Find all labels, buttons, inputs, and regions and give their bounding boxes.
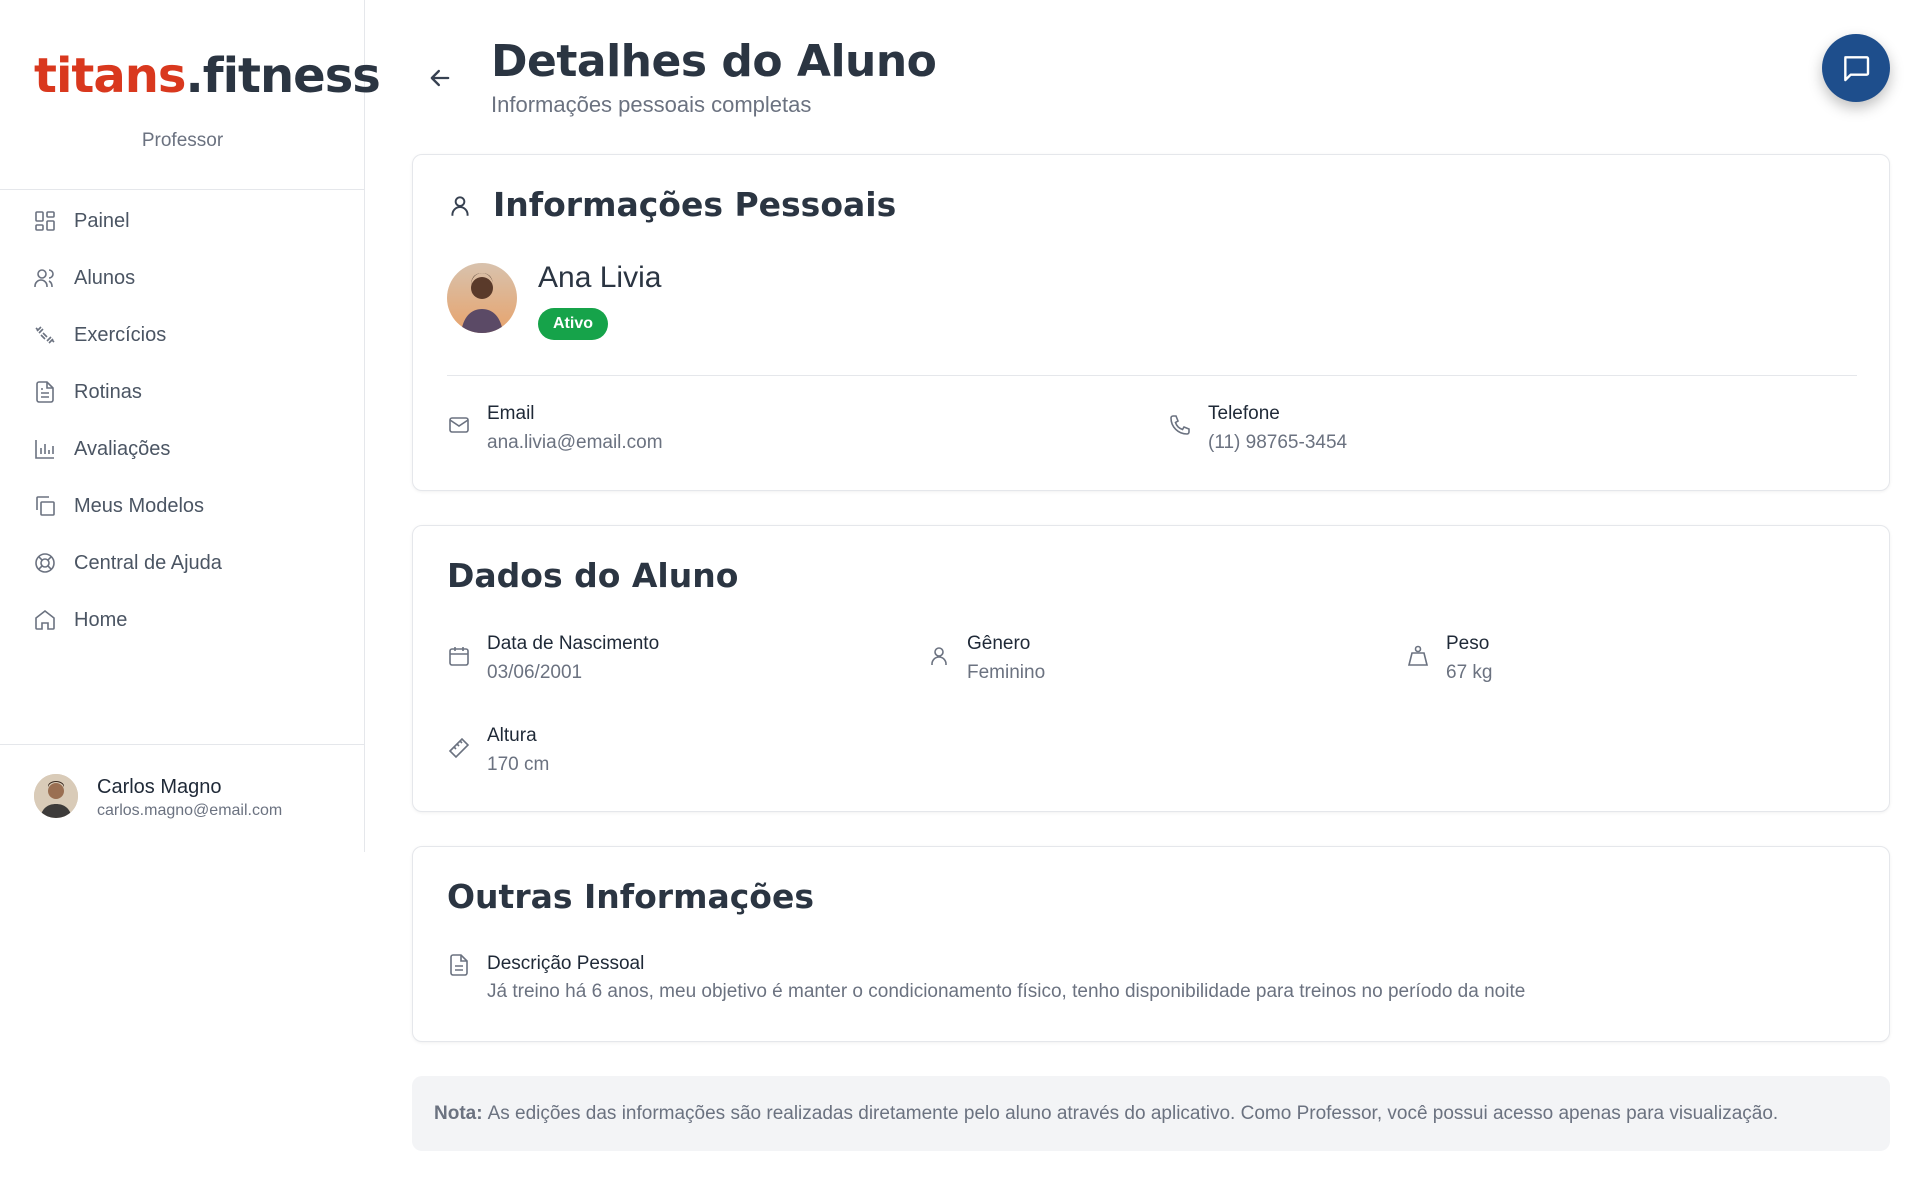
birth-date-label: Data de Nascimento [487, 633, 660, 654]
sidebar-item-label: Central de Ajuda [74, 551, 222, 574]
users-icon [34, 269, 54, 287]
other-info-card: Outras Informações Descrição Pessoal Já … [412, 846, 1890, 1042]
height-value: 170 cm [487, 754, 550, 775]
user-email: carlos.magno@email.com [97, 802, 283, 819]
other-info-title: Outras Informações [447, 877, 814, 916]
sidebar-item-painel[interactable]: Painel [0, 197, 365, 245]
weight-value: 67 kg [1446, 662, 1493, 683]
user-role: Professor [141, 130, 224, 151]
personal-description-value: Já treino há 6 anos, meu objetivo é mant… [487, 981, 1526, 1002]
user-icon [931, 647, 947, 665]
sidebar: titans.fitness Professor Painel Alunos E… [0, 0, 381, 852]
card-divider [447, 375, 1857, 376]
student-name: Ana Livia [538, 261, 662, 294]
sidebar-item-meus-modelos[interactable]: Meus Modelos [0, 482, 365, 530]
file-text-icon [450, 954, 468, 976]
calendar-icon [449, 647, 469, 666]
home-icon [35, 609, 55, 630]
sidebar-divider [0, 189, 365, 190]
sidebar-item-label: Exercícios [74, 323, 167, 346]
note-text: As edições das informações são realizada… [487, 1102, 1779, 1124]
personal-info-card: Informações Pessoais Ana Livia Ativo Ema… [412, 154, 1890, 491]
user-icon [451, 196, 469, 216]
sidebar-item-label: Painel [74, 209, 130, 232]
student-avatar [447, 263, 517, 333]
note-label: Nota: [434, 1102, 483, 1124]
user-name: Carlos Magno [97, 776, 222, 798]
weight-icon [1407, 645, 1429, 666]
back-arrow-icon[interactable] [426, 64, 454, 92]
brand-logo-part1: titans [34, 48, 186, 104]
bar-chart-icon [35, 440, 54, 459]
gender-value: Feminino [967, 662, 1046, 683]
grid-icon [35, 211, 55, 231]
phone-value: (11) 98765-3454 [1208, 432, 1348, 453]
email-value: ana.livia@email.com [487, 432, 663, 453]
lifebuoy-icon [35, 553, 55, 573]
personal-description-label: Descrição Pessoal [487, 953, 645, 974]
height-label: Altura [487, 725, 537, 746]
sidebar-item-label: Meus Modelos [74, 494, 205, 517]
page-subtitle: Informações pessoais completas [491, 92, 812, 117]
gender-label: Gênero [967, 633, 1031, 654]
sidebar-item-avaliacoes[interactable]: Avaliações [0, 425, 365, 473]
user-profile[interactable]: Carlos Magno carlos.magno@email.com [34, 774, 354, 822]
user-avatar [34, 774, 78, 818]
file-text-icon [36, 381, 54, 403]
copy-icon [36, 496, 55, 516]
student-data-title: Dados do Aluno [447, 556, 739, 595]
sidebar-item-label: Avaliações [74, 437, 171, 460]
weight-label: Peso [1446, 633, 1490, 654]
chat-button[interactable] [1822, 34, 1890, 102]
sidebar-item-label: Rotinas [74, 380, 142, 403]
info-note: Nota: As edições das informações são rea… [412, 1076, 1890, 1151]
student-data-card: Dados do Aluno Data de Nascimento 03/06/… [412, 525, 1890, 812]
personal-info-title: Informações Pessoais [493, 185, 897, 224]
phone-icon [1170, 415, 1190, 435]
sidebar-item-label: Alunos [74, 266, 136, 289]
mail-icon [449, 417, 469, 433]
sidebar-item-central-de-ajuda[interactable]: Central de Ajuda [0, 539, 365, 587]
email-label: Email [487, 403, 535, 424]
sidebar-item-alunos[interactable]: Alunos [0, 254, 365, 302]
birth-date-value: 03/06/2001 [487, 662, 583, 683]
dumbbell-icon [35, 326, 55, 344]
page-title: Detalhes do Aluno [491, 36, 937, 87]
message-square-icon [1844, 56, 1870, 82]
sidebar-item-label: Home [74, 608, 128, 631]
phone-label: Telefone [1208, 403, 1280, 424]
brand-logo[interactable]: titans.fitness [34, 48, 381, 104]
sidebar-divider [0, 744, 365, 745]
sidebar-item-rotinas[interactable]: Rotinas [0, 368, 365, 416]
sidebar-item-exercicios[interactable]: Exercícios [0, 311, 365, 359]
status-badge: Ativo [538, 308, 608, 340]
sidebar-item-home[interactable]: Home [0, 596, 365, 644]
brand-logo-part2: .fitness [185, 48, 380, 104]
ruler-icon [448, 737, 470, 759]
